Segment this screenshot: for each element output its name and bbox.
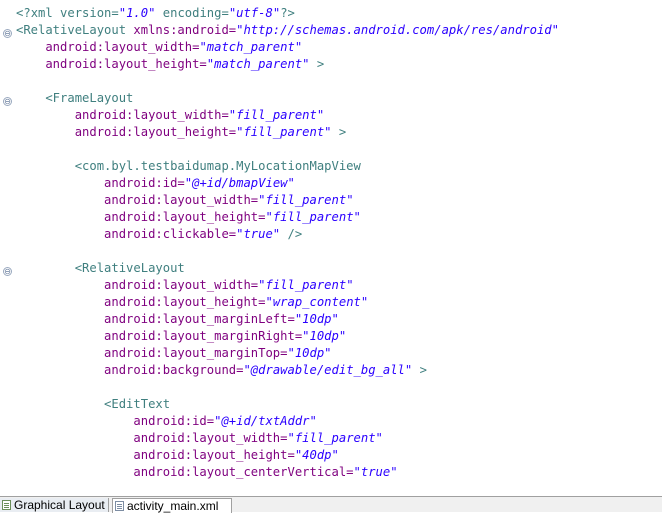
code-line-10: <com.byl.testbaidumap.MyLocationMapView (16, 159, 361, 173)
code-line-27: android:layout_height="40dp" (16, 448, 339, 462)
code-line-2: <RelativeLayout xmlns:android="http://sc… (16, 23, 559, 37)
xml-file-icon (115, 501, 124, 511)
editor-tab-bar: Graphical Layout activity_main.xml (0, 496, 662, 513)
code-line-22: android:background="@drawable/edit_bg_al… (16, 363, 427, 377)
editor-gutter (0, 0, 12, 496)
xml-editor[interactable]: ⊖ ⊖ ⊖ <?xml version="1.0" encoding="utf-… (0, 0, 662, 496)
code-line-20: android:layout_marginRight="10dp" (16, 329, 347, 343)
fold-collapse-icon[interactable]: ⊖ (3, 29, 12, 38)
tab-graphical-layout-label: Graphical Layout (14, 498, 105, 512)
code-line-3: android:layout_width="match_parent" (16, 40, 303, 54)
code-line-7: android:layout_width="fill_parent" (16, 108, 325, 122)
fold-collapse-icon[interactable]: ⊖ (3, 267, 12, 276)
code-line-1: <?xml version="1.0" encoding="utf-8"?> (16, 6, 295, 20)
code-line-11: android:id="@+id/bmapView" (16, 176, 295, 190)
layout-icon (2, 500, 11, 510)
code-line-19: android:layout_marginLeft="10dp" (16, 312, 339, 326)
tab-graphical-layout[interactable]: Graphical Layout (0, 498, 109, 512)
code-line-4: android:layout_height="match_parent" > (16, 57, 325, 71)
code-line-21: android:layout_marginTop="10dp" (16, 346, 332, 360)
code-line-26: android:layout_width="fill_parent" (16, 431, 383, 445)
code-line-16: <RelativeLayout (16, 261, 185, 275)
code-line-18: android:layout_height="wrap_content" (16, 295, 369, 309)
code-line-8: android:layout_height="fill_parent" > (16, 125, 347, 139)
code-line-28: android:layout_centerVertical="true" (16, 465, 398, 479)
code-line-13: android:layout_height="fill_parent" (16, 210, 361, 224)
code-line-17: android:layout_width="fill_parent" (16, 278, 354, 292)
code-line-14: android:clickable="true" /> (16, 227, 303, 241)
fold-collapse-icon[interactable]: ⊖ (3, 97, 12, 106)
code-line-12: android:layout_width="fill_parent" (16, 193, 354, 207)
code-line-25: android:id="@+id/txtAddr" (16, 414, 317, 428)
code-line-6: <FrameLayout (16, 91, 134, 105)
code-line-24: <EditText (16, 397, 171, 411)
